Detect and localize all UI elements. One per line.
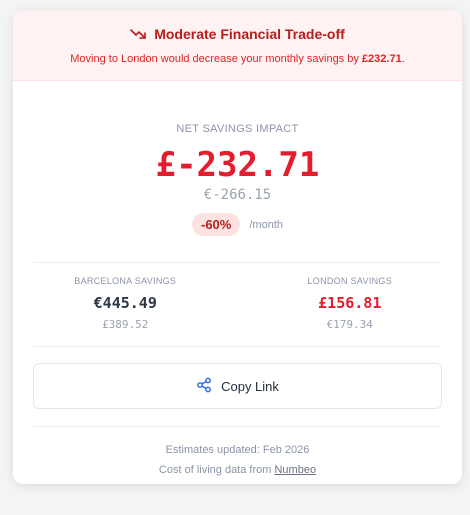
london-label: LONDON SAVINGS [307,276,393,286]
tradeoff-banner: Moderate Financial Trade-off Moving to L… [13,10,462,81]
period-label: /month [249,218,283,231]
numbeo-link[interactable]: Numbeo [274,464,316,476]
banner-subtitle-suffix: . [401,53,405,65]
savings-card: Moderate Financial Trade-off Moving to L… [13,10,462,484]
savings-comparison: BARCELONA SAVINGS €445.49 £389.52 LONDON… [13,263,462,346]
copy-link-label: Copy Link [221,378,279,394]
net-impact-amount: £-232.71 [155,145,320,185]
net-impact-label: NET SAVINGS IMPACT [176,123,299,135]
estimates-updated: Estimates updated: Feb 2026 [165,444,310,456]
trending-down-icon [130,28,147,40]
banner-subtitle: Moving to London would decrease your mon… [13,53,462,65]
footer: Estimates updated: Feb 2026 Cost of livi… [13,427,462,480]
percent-row: -60% /month [13,213,462,236]
london-primary: £156.81 [318,294,382,312]
barcelona-label: BARCELONA SAVINGS [74,276,177,286]
net-impact-section: NET SAVINGS IMPACT £-232.71 €-266.15 -60… [13,81,462,236]
barcelona-savings: BARCELONA SAVINGS €445.49 £389.52 [13,263,238,346]
percent-badge: -60% [192,213,241,236]
net-impact-amount-eur: €-266.15 [203,187,272,203]
banner-title: Moderate Financial Trade-off [154,26,345,42]
banner-title-row: Moderate Financial Trade-off [130,26,345,42]
london-secondary: €179.34 [326,318,373,331]
data-source-text: Cost of living data from [158,464,275,476]
data-source: Cost of living data from Numbeo [13,460,462,480]
barcelona-secondary: £389.52 [102,318,149,331]
copy-link-button[interactable]: Copy Link [33,363,442,409]
banner-subtitle-amount: £232.71 [361,53,402,65]
barcelona-primary: €445.49 [93,294,157,312]
divider [33,346,442,347]
london-savings: LONDON SAVINGS £156.81 €179.34 [238,263,463,346]
share-icon [196,377,212,396]
banner-subtitle-text: Moving to London would decrease your mon… [70,53,362,65]
